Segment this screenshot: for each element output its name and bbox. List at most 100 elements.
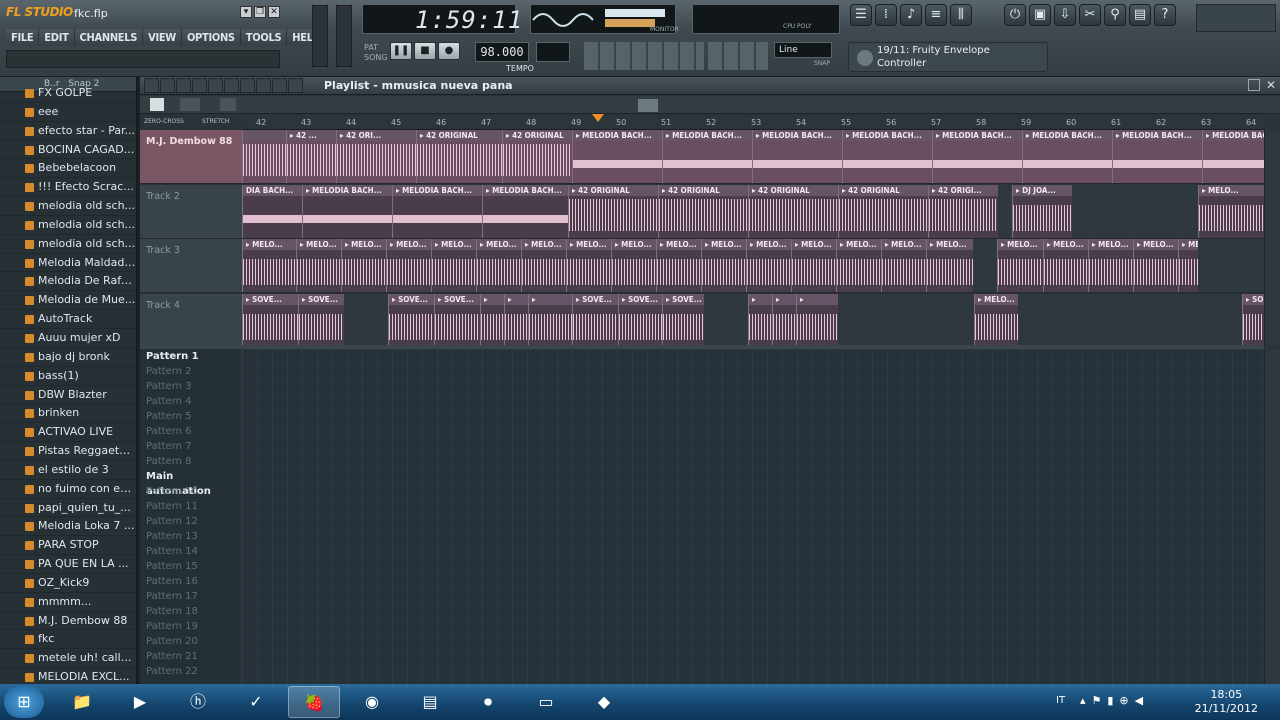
mute-icon[interactable] [224, 78, 239, 93]
browser-item[interactable]: Melodia Loka 7 ... [0, 517, 136, 537]
audio-clip[interactable]: ▸ [528, 293, 572, 347]
zoom-icon[interactable] [288, 78, 303, 93]
audio-clip[interactable]: ▸ 42 ORIGINAL [658, 184, 748, 238]
browser-item[interactable]: melodia old sch... [0, 197, 136, 216]
pattern-item[interactable]: Pattern 12 [140, 514, 240, 529]
audio-clip[interactable]: ▸ MELODIA BACH... [1022, 130, 1112, 183]
browser-item[interactable]: mmmm... [0, 593, 136, 612]
song-time-display[interactable]: 1:59:11 [362, 4, 522, 34]
browser-item[interactable]: ACTIVAO LIVE [0, 423, 136, 443]
track-header[interactable]: Track 2 [140, 184, 242, 239]
audio-clip[interactable]: ▸ [772, 293, 796, 347]
pattern-item[interactable]: Pattern 17 [140, 589, 240, 604]
audio-clip[interactable]: ▸ [796, 293, 838, 347]
browser-item[interactable]: Pistas Reggaeto... [0, 442, 136, 461]
audio-clip[interactable]: ▸ MELO... [1178, 239, 1198, 292]
browser-item[interactable]: Melodia De Rafy... [0, 272, 136, 292]
track-lane[interactable]: ▸ SOVE... ▸ SOVE... ▸ SOVE... ▸ SOVE... ▸ ▸ ▸ ▸… [242, 293, 1264, 348]
arrow-icon[interactable] [144, 78, 159, 93]
audio-clip[interactable]: ▸ MELO... [791, 239, 836, 292]
brush-icon[interactable] [192, 78, 207, 93]
pattern-item[interactable]: Pattern 6 [140, 424, 240, 439]
automation-icon[interactable] [180, 98, 200, 111]
browser-window-icon[interactable]: ≡ [925, 4, 947, 26]
media-player-icon[interactable]: ▶ [114, 686, 166, 718]
pattern-item[interactable]: Pattern 2 [140, 364, 240, 379]
audio-clip[interactable]: ▸ MELO... [242, 239, 296, 292]
save-icon[interactable]: ▣ [1029, 4, 1051, 26]
browser-item[interactable]: papi_quien_tu_... [0, 499, 136, 518]
sticky-notes-icon[interactable]: ▭ [520, 686, 572, 718]
track-header[interactable]: M.J. Dembow 88 [140, 130, 242, 184]
pattern-item[interactable]: Pattern 3 [140, 379, 240, 394]
tools-icon[interactable]: ✂ [1079, 4, 1101, 26]
audio-clip[interactable]: ▸ MELO... [836, 239, 881, 292]
audio-clip[interactable]: ▸ MELO... [881, 239, 926, 292]
audio-clip[interactable]: ▸ DJ JOA... [1012, 184, 1072, 238]
audio-clip[interactable]: ▸ MELODIA BACH... [842, 130, 932, 183]
maximize-icon[interactable] [1248, 79, 1260, 91]
browser-item[interactable]: no fuimo con es... [0, 480, 136, 499]
stop-button[interactable]: ■ [414, 42, 436, 60]
pattern-item[interactable]: Pattern 20 [140, 634, 240, 649]
browser-item[interactable]: FX GOLPE [0, 84, 136, 103]
close-icon[interactable]: ✕ [268, 6, 280, 18]
audio-clip[interactable]: ▸ 42 ORIGI... [928, 184, 998, 238]
browser-item[interactable]: metele uh! calle... [0, 649, 136, 669]
audio-clip[interactable]: ▸ 42 ORIGINAL [748, 184, 838, 238]
start-button[interactable]: ⊞ [4, 686, 44, 718]
browser-item[interactable]: Bebebelacoon [0, 159, 136, 179]
patterns-scrollbar[interactable] [1264, 349, 1280, 684]
audio-clip[interactable]: ▸ 42 ORIGINAL [838, 184, 928, 238]
browser-item[interactable]: fkc [0, 630, 136, 650]
browser-item[interactable]: el estilo de 3 [0, 461, 136, 480]
mixer-icon[interactable]: ⫼ [950, 4, 972, 26]
audio-clip[interactable]: ▸ 42 ORI... [336, 130, 416, 183]
pattern-item[interactable]: Pattern 7 [140, 439, 240, 454]
audio-clip[interactable]: ▸ MELO... [521, 239, 566, 292]
audio-clip[interactable]: ▸ MELO... [431, 239, 476, 292]
audio-clip[interactable]: ▸ MELO... [611, 239, 656, 292]
pattern-item[interactable]: Pattern 8 [140, 454, 240, 469]
search-icon[interactable]: ⚲ [1104, 4, 1126, 26]
pattern-item[interactable]: Pattern 11 [140, 499, 240, 514]
track-lane[interactable]: ▸ MELO... ▸ MELO... ▸ MELO... ▸ MELO... ▸ ME… [242, 239, 1264, 293]
fl-studio-task-icon[interactable]: 🍓 [288, 686, 340, 718]
pattern-grid[interactable] [242, 349, 1264, 684]
menu-arrow-icon[interactable]: ▾ [240, 6, 252, 18]
menu-item-channels[interactable]: CHANNELS [74, 29, 144, 46]
playhead-marker[interactable] [592, 114, 604, 122]
slip-icon[interactable] [240, 78, 255, 93]
menu-item-tools[interactable]: TOOLS [240, 29, 288, 46]
audio-clip[interactable]: ▸ MELODIA BACH... [572, 130, 662, 183]
help-icon[interactable]: ? [1154, 4, 1176, 26]
audio-clip[interactable]: ▸ SOVE... [434, 293, 480, 347]
audio-clip[interactable]: ▸ MELO... [566, 239, 611, 292]
pause-button[interactable]: ❚❚ [390, 42, 412, 60]
browser-item[interactable]: melodia old sch... [0, 216, 136, 235]
zero-cross-option[interactable]: ZERO-CROSS [144, 118, 184, 125]
browser-item[interactable]: brinken [0, 404, 136, 424]
audio-clip[interactable]: ▸ MELO... [701, 239, 746, 292]
audio-clip[interactable]: ▸ [748, 293, 772, 347]
browser-item[interactable]: efecto star - Par... [0, 122, 136, 141]
audio-clip[interactable]: ▸ SOVE... [242, 293, 298, 347]
pattern-item[interactable]: Pattern 16 [140, 574, 240, 589]
pattern-item[interactable]: Pattern 14 [140, 544, 240, 559]
timeline-ruler[interactable]: 42 43 44 45 46 47 48 49 50 51 52 53 54 55 56 57 58 59 60 61… [242, 114, 1264, 130]
horizontal-scroll-thumb[interactable] [638, 99, 658, 112]
playlist-window-icon[interactable]: ☰ [850, 4, 872, 26]
audio-clip[interactable]: ▸ SOVE... [388, 293, 434, 347]
audio-clip[interactable]: ▸ MELO... [476, 239, 521, 292]
track-lane[interactable]: ▸ 42 ... ▸ 42 ORI... ▸ 42 ORIGINAL ▸ 42 ORI… [242, 130, 1264, 184]
magnet-icon[interactable] [160, 78, 175, 93]
audio-clip[interactable]: ▸ MELODIA BACH... [1202, 130, 1264, 183]
audio-clip[interactable]: ▸ MELO... [341, 239, 386, 292]
pattern-item[interactable]: Main automation [140, 469, 240, 497]
export-icon[interactable]: ⇩ [1054, 4, 1076, 26]
audio-clip[interactable]: ▸ SOVE... [662, 293, 704, 347]
master-pitch-slider[interactable] [336, 5, 352, 67]
browser-item[interactable]: Melodia Maldades [0, 254, 136, 273]
audio-clip[interactable]: DIA BACH... [242, 184, 302, 238]
audio-clip[interactable]: ▸ MELO... [1043, 239, 1088, 292]
